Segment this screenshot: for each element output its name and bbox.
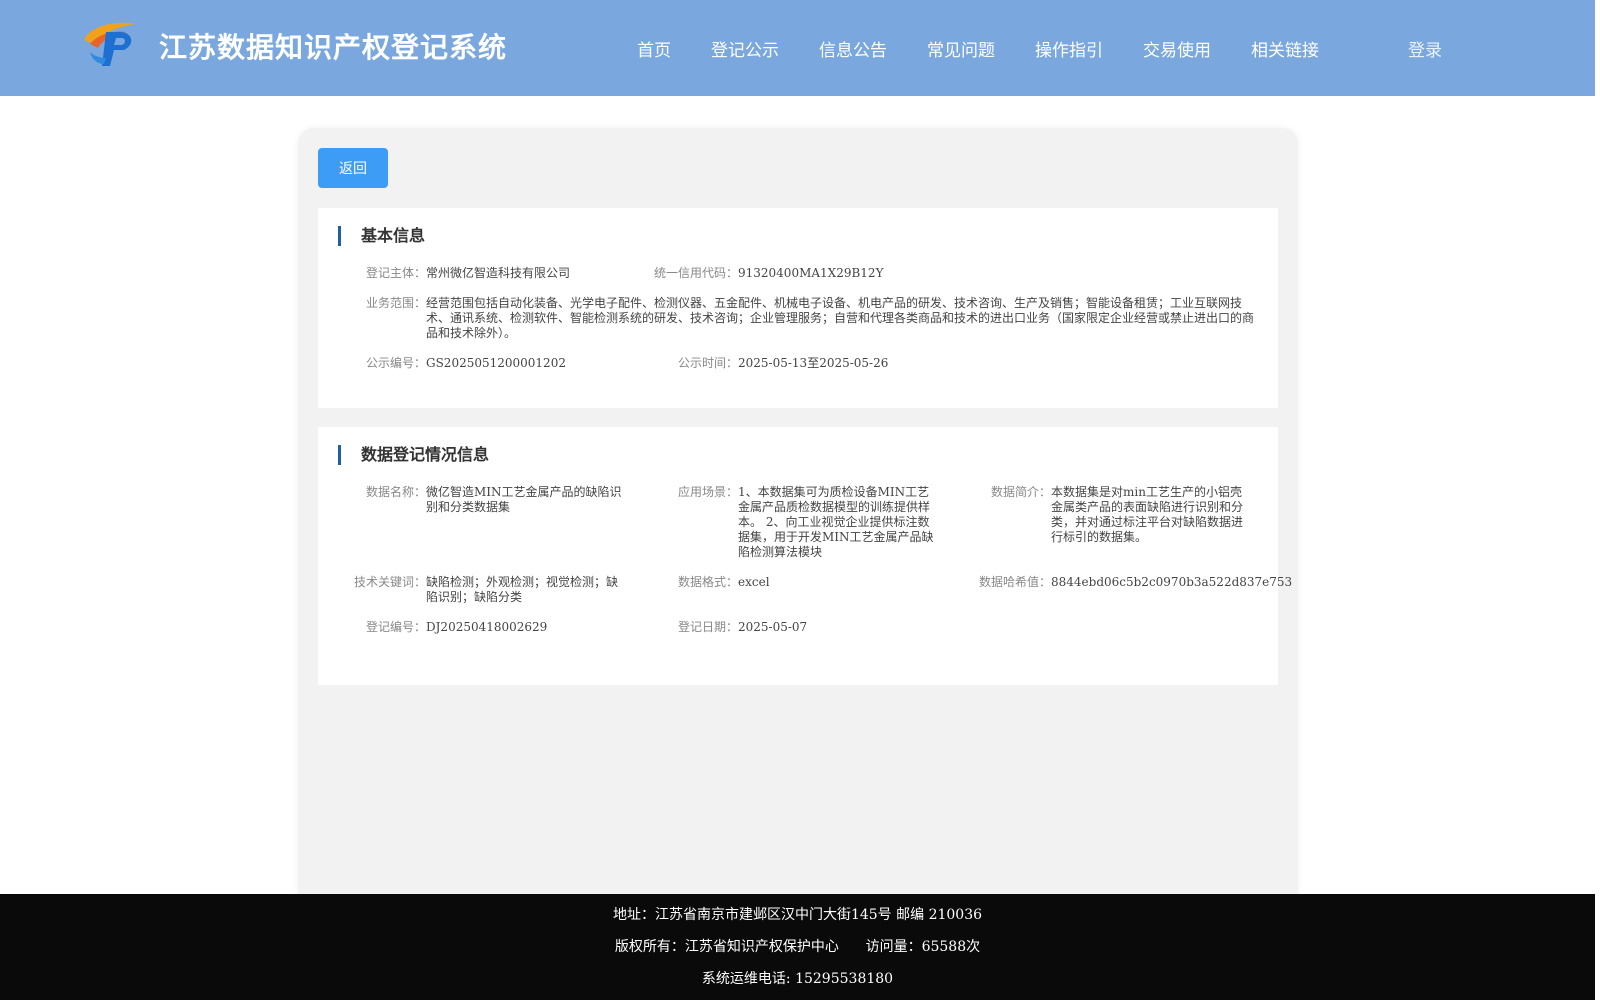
footer-phone: 系统运维电话: 15295538180 xyxy=(701,971,894,987)
site-header: 江苏数据知识产权登记系统 首页 登记公示 信息公告 常见问题 操作指引 交易使用… xyxy=(0,0,1595,96)
field-value: excel xyxy=(738,575,770,589)
field-data-format: 数据格式： excel xyxy=(678,575,941,590)
site-title: 江苏数据知识产权登记系统 xyxy=(159,31,508,64)
field-value: 缺陷检测；外观检测；视觉检测；缺陷识别；缺陷分类 xyxy=(426,575,619,604)
field-reg-date: 登记日期： 2025-05-07 xyxy=(678,620,941,635)
field-data-intro: 数据简介： 本数据集是对min工艺生产的小铝壳金属类产品的表面缺陷进行识别和分类… xyxy=(991,485,1253,545)
field-business-scope: 业务范围： 经营范围包括自动化装备、光学电子配件、检测仪器、五金配件、机械电子设… xyxy=(366,296,1258,341)
nav-faq[interactable]: 常见问题 xyxy=(927,36,995,61)
detail-card: 返回 基本信息 登记主体： 常州微亿智造科技有限公司 统一信用代码： 91320… xyxy=(298,128,1298,908)
nav-guide[interactable]: 操作指引 xyxy=(1035,36,1103,61)
field-reg-no: 登记编号： DJ20250418002629 xyxy=(366,620,631,635)
field-label: 登记编号： xyxy=(365,620,426,634)
section-title-data: 数据登记情况信息 xyxy=(338,445,489,465)
back-button[interactable]: 返回 xyxy=(318,148,388,188)
field-label: 数据名称： xyxy=(365,485,426,499)
ip-logo-icon[interactable] xyxy=(80,18,140,70)
field-label: 数据格式： xyxy=(677,575,738,589)
field-value: 8844ebd06c5b2c0970b3a522d837e753 xyxy=(1051,575,1293,589)
field-label: 公示时间： xyxy=(677,356,738,370)
field-data-hash: 数据哈希值： 8844ebd06c5b2c0970b3a522d837e753 xyxy=(979,575,1292,590)
section-title-basic: 基本信息 xyxy=(338,226,425,246)
field-value: GS2025051200001202 xyxy=(426,356,566,370)
field-tech-keywords: 技术关键词： 缺陷检测；外观检测；视觉检测；缺陷识别；缺陷分类 xyxy=(354,575,621,605)
field-label: 统一信用代码： xyxy=(653,266,738,280)
footer-copyright: 版权所有：江苏省知识产权保护中心 访问量：65588次 xyxy=(614,939,981,955)
field-value: 经营范围包括自动化装备、光学电子配件、检测仪器、五金配件、机械电子设备、机电产品… xyxy=(426,296,1255,340)
field-label: 数据哈希值： xyxy=(978,575,1051,589)
field-label: 登记日期： xyxy=(677,620,738,634)
field-value: 2025-05-07 xyxy=(738,620,808,634)
footer-address: 地址：江苏省南京市建邺区汉中门大街145号 邮编 210036 xyxy=(612,907,983,923)
field-label: 登记主体： xyxy=(365,266,426,280)
field-credit-code: 统一信用代码： 91320400MA1X29B12Y xyxy=(654,266,1038,281)
nav-related-links[interactable]: 相关链接 xyxy=(1251,36,1319,61)
field-notice-no: 公示编号： GS2025051200001202 xyxy=(366,356,646,371)
field-notice-time: 公示时间： 2025-05-13至2025-05-26 xyxy=(678,356,1038,371)
nav-trade-use[interactable]: 交易使用 xyxy=(1143,36,1211,61)
nav-info-announcement[interactable]: 信息公告 xyxy=(819,36,887,61)
login-link[interactable]: 登录 xyxy=(1408,36,1442,61)
field-value: 常州微亿智造科技有限公司 xyxy=(426,266,571,280)
field-value: 微亿智造MIN工艺金属产品的缺陷识别和分类数据集 xyxy=(426,485,622,514)
field-app-scene: 应用场景： 1、本数据集可为质检设备MIN工艺金属产品质检数据模型的训练提供样本… xyxy=(678,485,941,560)
field-label: 技术关键词： xyxy=(353,575,426,589)
field-label: 业务范围： xyxy=(365,296,426,310)
site-footer: 地址：江苏省南京市建邺区汉中门大街145号 邮编 210036 版权所有：江苏省… xyxy=(0,894,1595,1000)
field-value: 本数据集是对min工艺生产的小铝壳金属类产品的表面缺陷进行识别和分类，并对通过标… xyxy=(1051,485,1244,544)
nav-registration-notice[interactable]: 登记公示 xyxy=(711,36,779,61)
field-label: 应用场景： xyxy=(677,485,738,499)
scrollbar-gutter xyxy=(1595,0,1600,1000)
field-label: 数据简介： xyxy=(990,485,1051,499)
main-nav: 首页 登记公示 信息公告 常见问题 操作指引 交易使用 相关链接 xyxy=(637,36,1359,61)
basic-info-panel: 基本信息 登记主体： 常州微亿智造科技有限公司 统一信用代码： 91320400… xyxy=(318,208,1278,408)
nav-home[interactable]: 首页 xyxy=(637,36,671,61)
field-label: 公示编号： xyxy=(365,356,426,370)
field-data-name: 数据名称： 微亿智造MIN工艺金属产品的缺陷识别和分类数据集 xyxy=(366,485,631,515)
field-value: DJ20250418002629 xyxy=(426,620,548,634)
field-value: 2025-05-13至2025-05-26 xyxy=(738,356,889,370)
field-value: 91320400MA1X29B12Y xyxy=(738,266,884,280)
data-registration-panel: 数据登记情况信息 数据名称： 微亿智造MIN工艺金属产品的缺陷识别和分类数据集 … xyxy=(318,427,1292,685)
field-subject: 登记主体： 常州微亿智造科技有限公司 xyxy=(366,266,646,281)
field-value: 1、本数据集可为质检设备MIN工艺金属产品质检数据模型的训练提供样本。 2、向工… xyxy=(738,485,934,559)
